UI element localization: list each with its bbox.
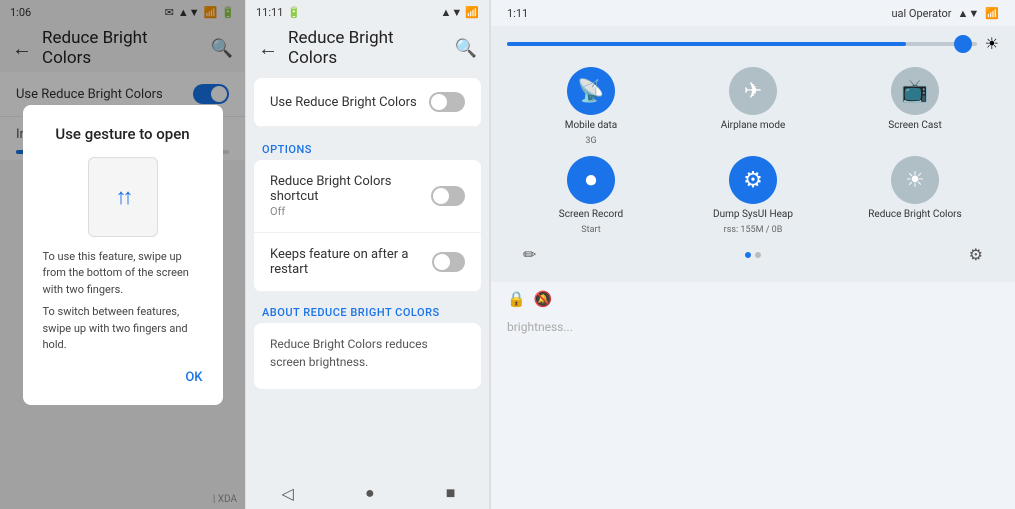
nav-bar-2: ◁ ● ■ [246, 477, 490, 509]
screencast-icon: 📺 [891, 67, 939, 115]
qs-tile-reduce-bright[interactable]: ☀ Reduce Bright Colors [839, 156, 991, 235]
qs-tile-screen-record[interactable]: ⏺ Screen Record Start [515, 156, 667, 235]
wifi-icon-3: ▲▼ [958, 7, 980, 20]
signal-icon-3: 📶 [985, 7, 999, 20]
dump-sysui-sub: rss: 155M / 0B [724, 225, 783, 235]
keeps-title: Keeps feature on after a restart [270, 247, 432, 277]
shortcut-info: Reduce Bright Colors shortcut Off [270, 174, 431, 218]
notif-area: 🔒 🔕 [491, 282, 1015, 316]
toggle-reduce-2[interactable] [429, 92, 465, 112]
shortcut-row[interactable]: Reduce Bright Colors shortcut Off [254, 160, 481, 233]
quick-settings-panel: ☀ 📡 Mobile data 3G ✈ Airplane mode 📺 Scr… [491, 26, 1015, 282]
qs-dot-2 [755, 252, 761, 258]
brightness-icon: ☀ [985, 34, 999, 53]
screen-record-sub: Start [581, 225, 600, 235]
reduce-bright-icon: ☀ [891, 156, 939, 204]
use-card: Use Reduce Bright Colors [254, 78, 481, 127]
page-title-2: Reduce Bright Colors [288, 28, 445, 68]
mobile-data-label: Mobile data [565, 119, 618, 132]
toggle-shortcut[interactable] [431, 186, 465, 206]
battery-icon-2: 🔋 [287, 6, 301, 19]
qs-tile-airplane[interactable]: ✈ Airplane mode [677, 67, 829, 146]
status-bar-2: 11:11 🔋 ▲▼ 📶 [246, 0, 489, 24]
brightness-fill [507, 42, 906, 46]
search-icon-2[interactable]: 🔍 [455, 38, 477, 59]
gesture-dialog: Use gesture to open ↑↑ To use this featu… [23, 105, 223, 405]
mobile-data-sub: 3G [585, 136, 596, 146]
keeps-row[interactable]: Keeps feature on after a restart [254, 233, 481, 292]
wifi-icon-2: ▲▼ [441, 6, 463, 19]
dump-sysui-icon: ⚙ [729, 156, 777, 204]
panel-3: 1:11 ual Operator ▲▼ 📶 ☀ 📡 Mobile data 3… [490, 0, 1015, 509]
screen-record-label: Screen Record [559, 208, 623, 221]
about-text: Reduce Bright Colors reduces screen brig… [254, 323, 481, 383]
dump-sysui-label: Dump SysUI Heap [713, 208, 793, 221]
qs-tile-screencast[interactable]: 📺 Screen Cast [839, 67, 991, 146]
qs-tile-dump-sysui[interactable]: ⚙ Dump SysUI Heap rss: 155M / 0B [677, 156, 829, 235]
gesture-image: ↑↑ [88, 157, 158, 237]
panel-2: 11:11 🔋 ▲▼ 📶 ← Reduce Bright Colors 🔍 Us… [245, 0, 490, 509]
dialog-text-1: To use this feature, swipe up from the b… [43, 249, 203, 299]
lock-icon: 🔒 [507, 290, 526, 308]
brightness-hint: brightness... [491, 316, 1015, 338]
time-2: 11:11 [256, 6, 283, 19]
qs-actions-row: ✏ ⚙ [507, 235, 999, 270]
nav-back-2[interactable]: ◁ [282, 484, 294, 503]
reduce-bright-label: Reduce Bright Colors [868, 208, 961, 221]
dialog-title: Use gesture to open [55, 125, 189, 143]
signal-icon-2: 📶 [465, 6, 479, 19]
nav-recents-2[interactable]: ■ [446, 483, 456, 503]
panel-1: 1:06 ✉ ▲▼ 📶 🔋 ← Reduce Bright Colors 🔍 U… [0, 0, 245, 509]
qs-tiles-grid: 📡 Mobile data 3G ✈ Airplane mode 📺 Scree… [507, 67, 999, 235]
brightness-slider[interactable] [507, 42, 977, 46]
dialog-text-2: To switch between features, swipe up wit… [43, 304, 203, 354]
brightness-row: ☀ [507, 34, 999, 53]
mobile-data-icon: 📡 [567, 67, 615, 115]
airplane-label: Airplane mode [721, 119, 786, 132]
back-button-2[interactable]: ← [258, 36, 278, 61]
edit-icon[interactable]: ✏ [523, 245, 536, 264]
keeps-info: Keeps feature on after a restart [270, 247, 432, 277]
airplane-icon: ✈ [729, 67, 777, 115]
nav-home-2[interactable]: ● [365, 483, 375, 503]
screen-record-icon: ⏺ [567, 156, 615, 204]
use-reduce-label-2: Use Reduce Bright Colors [270, 95, 417, 110]
qs-tile-mobile-data[interactable]: 📡 Mobile data 3G [515, 67, 667, 146]
gesture-dialog-overlay: Use gesture to open ↑↑ To use this featu… [0, 0, 245, 509]
options-header: OPTIONS [246, 133, 489, 160]
dialog-ok-button[interactable]: OK [185, 370, 202, 385]
shortcut-sub: Off [270, 205, 431, 218]
operator-label: ual Operator [891, 7, 951, 20]
toolbar-2: ← Reduce Bright Colors 🔍 [246, 24, 489, 72]
qs-dot-1 [745, 252, 751, 258]
toggle-keeps[interactable] [432, 252, 465, 272]
settings-icon[interactable]: ⚙ [969, 245, 983, 264]
qs-dots [745, 252, 761, 258]
time-3: 1:11 [507, 7, 528, 20]
about-header: ABOUT REDUCE BRIGHT COLORS [246, 296, 489, 323]
screencast-label: Screen Cast [888, 119, 941, 132]
gesture-arrows-icon: ↑↑ [116, 184, 130, 210]
brightness-thumb[interactable] [954, 35, 972, 53]
shortcut-title: Reduce Bright Colors shortcut [270, 174, 431, 204]
use-reduce-row-2[interactable]: Use Reduce Bright Colors [254, 78, 481, 127]
mute-icon: 🔕 [534, 290, 553, 308]
status-bar-3: 1:11 ual Operator ▲▼ 📶 [491, 0, 1015, 26]
